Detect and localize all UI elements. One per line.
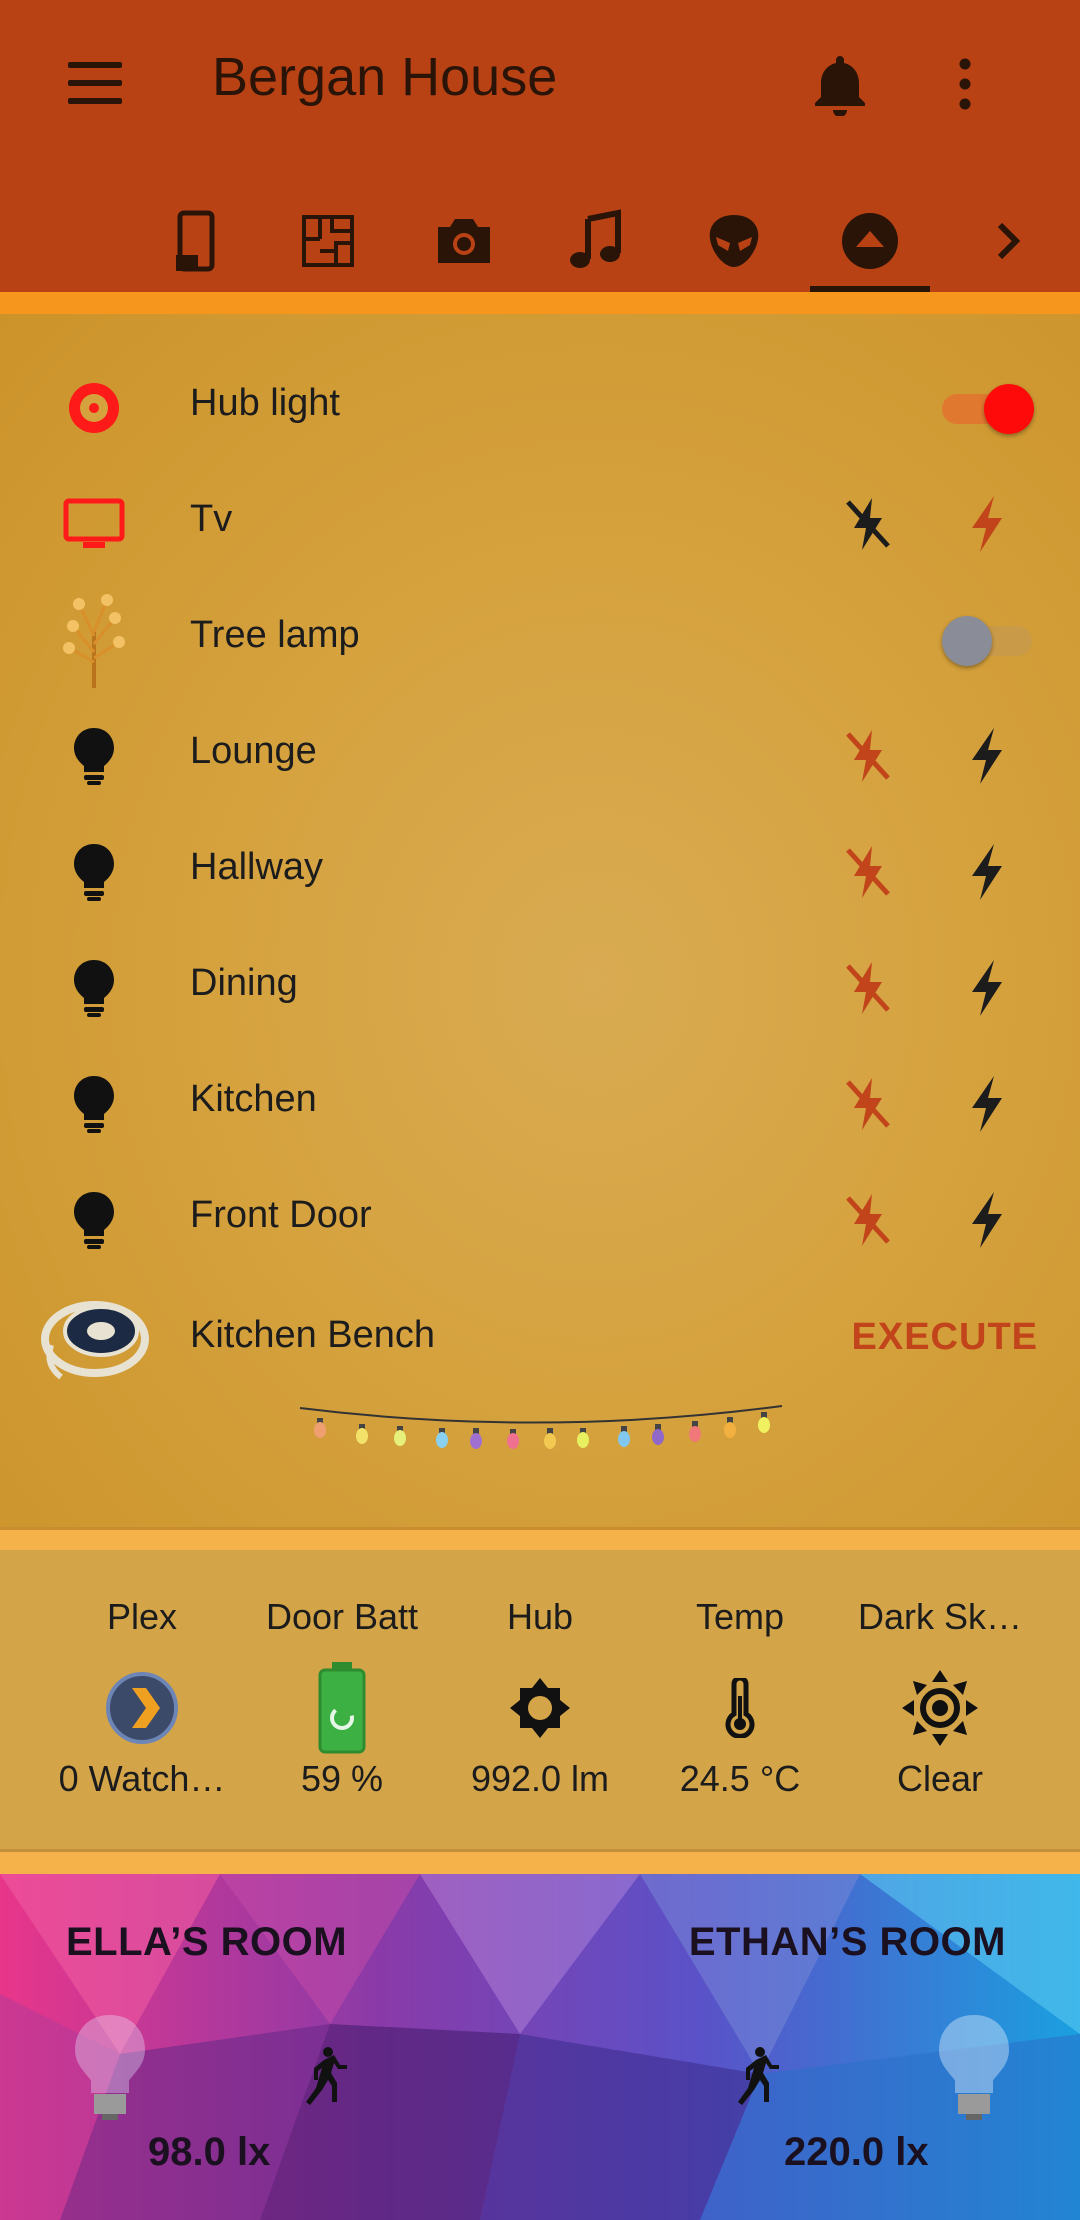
- tab-music[interactable]: [536, 190, 656, 292]
- more-options-icon[interactable]: [950, 58, 980, 110]
- bell-icon[interactable]: [812, 52, 868, 116]
- bulb-icon: [46, 1182, 142, 1258]
- entity-name: Lounge: [190, 730, 317, 772]
- room-title: ELLA’S ROOM: [66, 1920, 348, 1964]
- app-bar: Bergan House: [0, 0, 1080, 292]
- entity-row-lounge[interactable]: Lounge: [0, 696, 1080, 812]
- bulb-icon: [46, 950, 142, 1026]
- tab-floorplan[interactable]: [268, 190, 388, 292]
- flash-icon[interactable]: [954, 492, 1018, 556]
- bulb-icon: [46, 1066, 142, 1142]
- entity-row-hub-light[interactable]: Hub light: [0, 348, 1080, 464]
- flash-off-icon[interactable]: [836, 956, 900, 1020]
- card-divider: [0, 1530, 1080, 1550]
- music-icon: [570, 209, 621, 268]
- header-divider: [0, 292, 1080, 314]
- entity-name: Dining: [190, 962, 298, 1004]
- view-tabs: [0, 190, 1080, 292]
- flash-icon[interactable]: [954, 956, 1018, 1020]
- sensor-label: Door Batt: [265, 1596, 419, 1637]
- light-bulb-icon[interactable]: [70, 2012, 150, 2122]
- sensor-label: Dark Sk…: [857, 1596, 1023, 1637]
- flash-off-icon[interactable]: [836, 1072, 900, 1136]
- rooms-card: ELLA’S ROOM ETHAN’S ROOM 98.0 lx 220.0 l…: [0, 1874, 1080, 2220]
- led-strip-image: [38, 1301, 150, 1380]
- entity-name: Kitchen Bench: [190, 1314, 436, 1356]
- entity-row-kitchen[interactable]: Kitchen: [0, 1044, 1080, 1160]
- entity-name: Hallway: [190, 846, 324, 888]
- motion-sensor-icon: [306, 2047, 347, 2105]
- sensor-plex[interactable]: Plex 0 Watch…: [42, 1550, 242, 1852]
- plex-icon: [102, 1658, 182, 1758]
- flash-icon[interactable]: [954, 724, 1018, 788]
- string-lights-image: [299, 1405, 783, 1449]
- eject-icon: [842, 213, 898, 269]
- target-icon: [46, 370, 142, 446]
- entity-name: Tv: [190, 498, 233, 540]
- flash-icon[interactable]: [954, 1188, 1018, 1252]
- room-title: ETHAN’S ROOM: [688, 1920, 1006, 1964]
- sensors-card: Plex 0 Watch… Door Batt 59 % Hub 992.0 l…: [0, 1550, 1080, 1852]
- entity-name: Hub light: [190, 382, 340, 424]
- hub-light-toggle[interactable]: [942, 384, 1036, 434]
- room-lux-value: 98.0 lx: [148, 2130, 271, 2174]
- execute-button[interactable]: EXECUTE: [852, 1316, 1038, 1359]
- entity-name: Front Door: [190, 1194, 372, 1236]
- menu-icon[interactable]: [66, 58, 124, 108]
- thermometer-icon: [700, 1658, 780, 1758]
- sensor-value: Clear: [896, 1758, 984, 1799]
- page-title: Bergan House: [212, 47, 558, 107]
- tree-lamp-toggle[interactable]: [942, 616, 1036, 666]
- card-divider: [0, 1852, 1080, 1874]
- tab-tablet[interactable]: [136, 190, 256, 292]
- bulb-icon: [46, 834, 142, 910]
- entity-row-kitchen-bench[interactable]: Kitchen Bench EXECUTE: [0, 1280, 1080, 1396]
- entity-row-hallway[interactable]: Hallway: [0, 812, 1080, 928]
- motion-sensor-icon: [738, 2047, 779, 2105]
- alien-icon: [709, 215, 759, 267]
- entity-name: Tree lamp: [190, 614, 360, 656]
- sensor-label: Hub: [506, 1596, 574, 1637]
- flash-off-icon[interactable]: [836, 724, 900, 788]
- sensor-temp[interactable]: Temp 24.5 °C: [640, 1550, 840, 1852]
- tablet-icon: [176, 210, 215, 272]
- tv-icon: [46, 486, 142, 562]
- sensor-door-batt[interactable]: Door Batt 59 %: [242, 1550, 442, 1852]
- tabs-scroll-right[interactable]: [950, 190, 1066, 292]
- tab-camera[interactable]: [404, 190, 524, 292]
- tab-alien[interactable]: [674, 190, 794, 292]
- sensor-label: Plex: [106, 1596, 178, 1637]
- entity-row-tree-lamp[interactable]: Tree lamp: [0, 580, 1080, 696]
- entity-row-front-door[interactable]: Front Door: [0, 1160, 1080, 1276]
- tab-eject[interactable]: [810, 190, 930, 292]
- sensor-label: Temp: [695, 1596, 785, 1637]
- room-lux-value: 220.0 lx: [784, 2130, 929, 2174]
- entities-card: Hub light Tv Tree lamp Lounge Hallway Di…: [0, 314, 1080, 1530]
- flash-off-icon[interactable]: [836, 840, 900, 904]
- flash-icon[interactable]: [954, 840, 1018, 904]
- sensor-hub[interactable]: Hub 992.0 lm: [440, 1550, 640, 1852]
- entity-row-tv[interactable]: Tv: [0, 464, 1080, 580]
- sensor-dark-sky[interactable]: Dark Sk… Clear: [840, 1550, 1040, 1852]
- battery-charging-icon: [302, 1658, 382, 1758]
- floorplan-icon: [302, 215, 354, 267]
- light-bulb-icon[interactable]: [934, 2012, 1014, 2122]
- camera-icon: [438, 219, 490, 263]
- flash-icon[interactable]: [954, 1072, 1018, 1136]
- flash-off-icon[interactable]: [836, 492, 900, 556]
- entity-name: Kitchen: [190, 1078, 317, 1120]
- flash-off-icon[interactable]: [836, 1188, 900, 1252]
- brightness-icon: [500, 1658, 580, 1758]
- tree-lamp-image: [46, 594, 142, 688]
- chevron-right-icon: [997, 222, 1021, 260]
- entity-row-dining[interactable]: Dining: [0, 928, 1080, 1044]
- sun-icon: [900, 1658, 980, 1758]
- bulb-icon: [46, 718, 142, 794]
